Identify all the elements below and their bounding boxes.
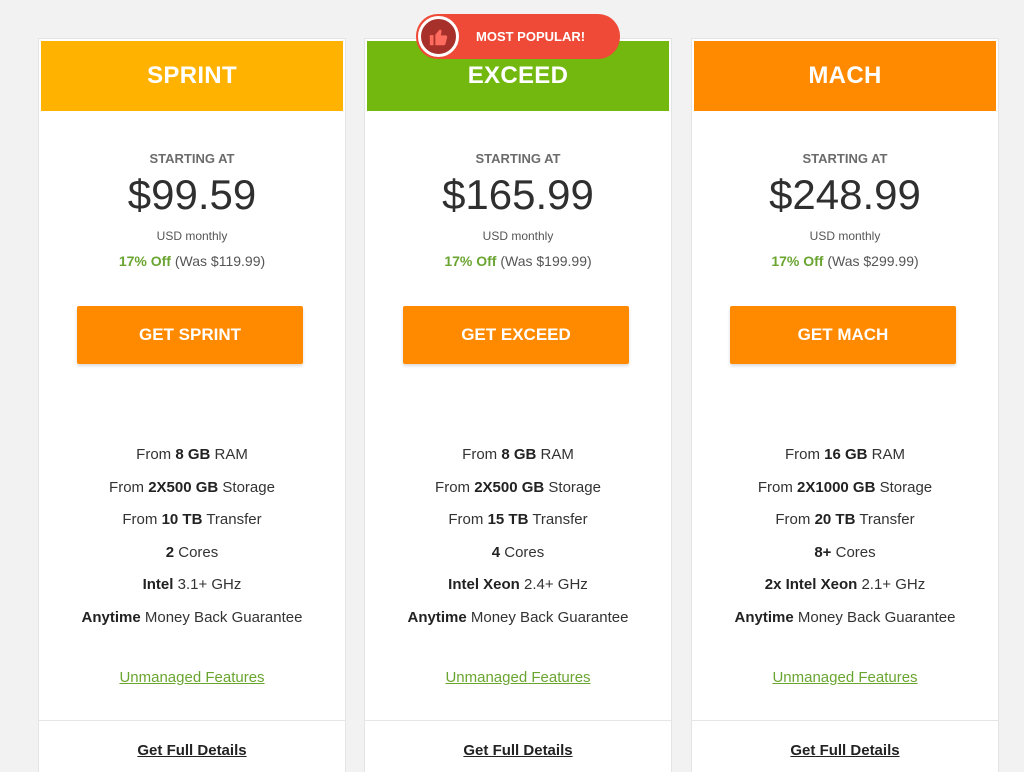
plan-price: $99.59 (127, 171, 257, 218)
was-prefix: (Was (174, 253, 208, 269)
feature-list: From 16 GB RAM From 2X1000 GB Storage Fr… (692, 445, 998, 640)
feature-guarantee: Anytime Money Back Guarantee (81, 608, 303, 626)
feature-ram: From 8 GB RAM (136, 446, 248, 463)
plan-name: MACH (808, 62, 882, 89)
divider (365, 720, 671, 721)
feature-transfer: From 15 TB Transfer (448, 511, 588, 528)
discount-badge: 17% Off (444, 253, 497, 269)
was-prefix: (Was (500, 253, 533, 269)
plan-card-sprint: SPRINT STARTING AT $99.59 USD monthly 17… (38, 38, 346, 772)
get-full-details-link[interactable]: Get Full Details (39, 742, 345, 759)
plan-name: SPRINT (147, 62, 237, 89)
plan-name: EXCEED (467, 62, 569, 89)
get-full-details-link[interactable]: Get Full Details (692, 742, 998, 759)
discount-badge: 17% Off (118, 253, 171, 269)
feature-list: From 8 GB RAM From 2X500 GB Storage From… (365, 445, 671, 640)
billing-period: USD monthly (482, 229, 554, 243)
feature-storage: From 2X500 GB Storage (109, 478, 275, 496)
feature-storage: From 2X1000 GB Storage (757, 478, 933, 496)
get-exceed-button[interactable]: GET EXCEED (403, 306, 629, 364)
billing-period: USD monthly (156, 229, 228, 243)
feature-storage: From 2X500 GB Storage (435, 478, 601, 496)
discount-line: 17% Off (Was $299.99) (692, 253, 998, 269)
feature-ram: From 16 GB RAM (784, 446, 906, 463)
get-sprint-button[interactable]: GET SPRINT (77, 306, 303, 364)
divider (692, 720, 998, 721)
starting-at-label: STARTING AT (802, 151, 888, 166)
discount-line: 17% Off (Was $119.99) (39, 253, 345, 269)
feature-cpu: Intel Xeon 2.4+ GHz (448, 576, 588, 593)
unmanaged-features-link[interactable]: Unmanaged Features (365, 669, 671, 686)
feature-cpu: 2x Intel Xeon 2.1+ GHz (764, 576, 926, 593)
discount-badge: 17% Off (771, 253, 824, 269)
feature-guarantee: Anytime Money Back Guarantee (734, 608, 956, 626)
get-full-details-link[interactable]: Get Full Details (365, 742, 671, 759)
plan-card-exceed: EXCEED STARTING AT $165.99 USD monthly 1… (364, 38, 672, 772)
feature-cores: 8+ Cores (814, 543, 876, 561)
plan-card-mach: MACH STARTING AT $248.99 USD monthly 17%… (691, 38, 999, 772)
plan-header-mach: MACH (694, 41, 996, 111)
most-popular-badge: MOST POPULAR! (416, 14, 620, 59)
feature-guarantee: Anytime Money Back Guarantee (407, 608, 629, 626)
feature-transfer: From 10 TB Transfer (122, 511, 262, 528)
unmanaged-features-link[interactable]: Unmanaged Features (39, 669, 345, 686)
most-popular-label: MOST POPULAR! (476, 29, 586, 44)
was-price: $299.99) (863, 253, 919, 269)
billing-period: USD monthly (809, 229, 881, 243)
was-price: $119.99) (210, 253, 266, 269)
plan-price: $165.99 (442, 171, 594, 218)
unmanaged-features-link[interactable]: Unmanaged Features (692, 669, 998, 686)
feature-cpu: Intel 3.1+ GHz (142, 576, 242, 593)
plan-price: $248.99 (769, 171, 921, 218)
was-prefix: (Was (827, 253, 860, 269)
starting-at-label: STARTING AT (149, 151, 235, 166)
was-price: $199.99) (536, 253, 592, 269)
divider (39, 720, 345, 721)
thumbs-up-icon (418, 16, 459, 57)
get-mach-button[interactable]: GET MACH (730, 306, 956, 364)
feature-transfer: From 20 TB Transfer (775, 511, 915, 528)
feature-ram: From 8 GB RAM (462, 446, 574, 463)
plan-header-sprint: SPRINT (41, 41, 343, 111)
feature-cores: 4 Cores (491, 543, 545, 561)
feature-cores: 2 Cores (165, 543, 219, 561)
starting-at-label: STARTING AT (475, 151, 561, 166)
feature-list: From 8 GB RAM From 2X500 GB Storage From… (39, 445, 345, 640)
discount-line: 17% Off (Was $199.99) (365, 253, 671, 269)
